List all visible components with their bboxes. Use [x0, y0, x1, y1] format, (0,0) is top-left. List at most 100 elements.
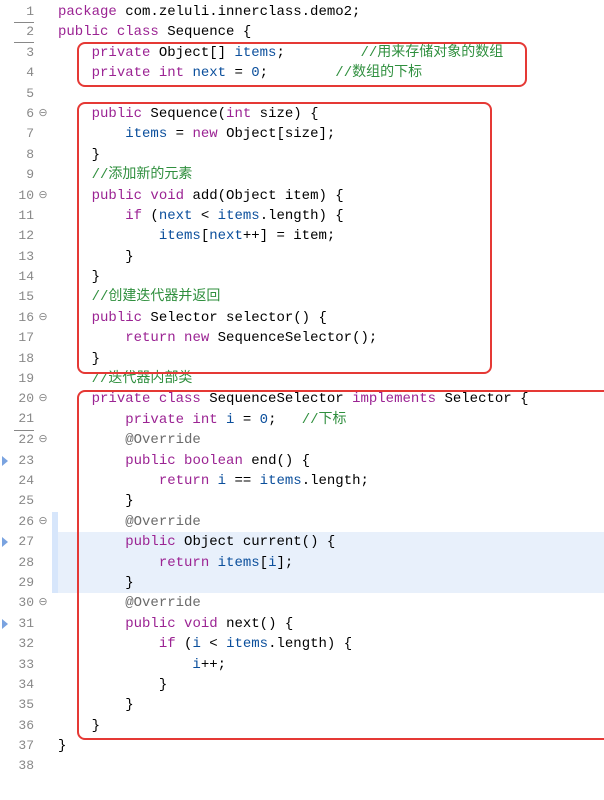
line-number: 23: [14, 451, 34, 471]
line-number: 9: [14, 165, 34, 185]
code-area[interactable]: package com.zeluli.innerclass.demo2;publ…: [52, 0, 604, 800]
fold-icon[interactable]: ⊖: [36, 186, 50, 206]
code-line[interactable]: @Override: [52, 593, 604, 613]
line-number: 2: [14, 22, 34, 43]
code-line[interactable]: private int next = 0; //数组的下标: [52, 63, 604, 83]
line-number: 4: [14, 63, 34, 83]
code-line[interactable]: items = new Object[size];: [52, 124, 604, 144]
fold-icon[interactable]: ⊖: [36, 104, 50, 124]
line-number: 16: [14, 308, 34, 328]
code-line[interactable]: //添加新的元素: [52, 165, 604, 185]
code-line[interactable]: //创建迭代器并返回: [52, 287, 604, 307]
code-line[interactable]: @Override: [52, 430, 604, 450]
gutter-line: 25: [0, 491, 52, 511]
code-line[interactable]: }: [52, 573, 604, 593]
code-line[interactable]: }: [52, 491, 604, 511]
line-number: 27: [14, 532, 34, 552]
code-line[interactable]: }: [52, 716, 604, 736]
line-number: 29: [14, 573, 34, 593]
code-line[interactable]: if (i < items.length) {: [52, 634, 604, 654]
gutter-line: 1: [0, 2, 52, 22]
line-number: 1: [14, 2, 34, 23]
code-line[interactable]: package com.zeluli.innerclass.demo2;: [52, 2, 604, 22]
code-editor[interactable]: 123456⊖78910⊖111213141516⊖17181920⊖2122⊖…: [0, 0, 604, 800]
code-line[interactable]: public Sequence(int size) {: [52, 104, 604, 124]
code-line[interactable]: }: [52, 145, 604, 165]
code-line[interactable]: }: [52, 736, 604, 756]
line-number: 24: [14, 471, 34, 491]
fold-icon[interactable]: ⊖: [36, 512, 50, 532]
line-number: 12: [14, 226, 34, 246]
gutter-line: 38: [0, 756, 52, 776]
line-number: 33: [14, 655, 34, 675]
override-marker-icon: [2, 456, 8, 466]
code-line[interactable]: i++;: [52, 655, 604, 675]
line-number: 38: [14, 756, 34, 776]
gutter-line: 24: [0, 471, 52, 491]
line-number: 3: [14, 43, 34, 63]
line-number: 36: [14, 716, 34, 736]
fold-icon[interactable]: ⊖: [36, 430, 50, 450]
gutter: 123456⊖78910⊖111213141516⊖17181920⊖2122⊖…: [0, 0, 52, 800]
gutter-line: 16⊖: [0, 308, 52, 328]
code-line[interactable]: private int i = 0; //下标: [52, 410, 604, 430]
code-line[interactable]: public Selector selector() {: [52, 308, 604, 328]
line-number: 6: [14, 104, 34, 124]
code-line[interactable]: return items[i];: [52, 553, 604, 573]
line-number: 7: [14, 124, 34, 144]
line-number: 5: [14, 84, 34, 104]
line-number: 18: [14, 349, 34, 369]
gutter-line: 6⊖: [0, 104, 52, 124]
code-line[interactable]: public class Sequence {: [52, 22, 604, 42]
line-number: 26: [14, 512, 34, 532]
code-line[interactable]: }: [52, 675, 604, 695]
code-line[interactable]: public void add(Object item) {: [52, 186, 604, 206]
change-bar: [52, 573, 58, 593]
code-line[interactable]: }: [52, 695, 604, 715]
line-number: 25: [14, 491, 34, 511]
code-line[interactable]: [52, 84, 604, 104]
gutter-line: 31: [0, 614, 52, 634]
gutter-line: 10⊖: [0, 186, 52, 206]
code-line[interactable]: items[next++] = item;: [52, 226, 604, 246]
fold-icon[interactable]: ⊖: [36, 389, 50, 409]
code-line[interactable]: return new SequenceSelector();: [52, 328, 604, 348]
code-line[interactable]: public boolean end() {: [52, 451, 604, 471]
code-line[interactable]: private class SequenceSelector implement…: [52, 389, 604, 409]
gutter-line: 21: [0, 410, 52, 430]
code-line[interactable]: //迭代器内部类: [52, 369, 604, 389]
gutter-line: 22⊖: [0, 430, 52, 450]
code-line[interactable]: [52, 756, 604, 776]
code-line[interactable]: public Object current() {: [52, 532, 604, 552]
gutter-line: 29: [0, 573, 52, 593]
gutter-line: 27: [0, 532, 52, 552]
gutter-line: 7: [0, 124, 52, 144]
fold-icon[interactable]: ⊖: [36, 593, 50, 613]
code-line[interactable]: private Object[] items; //用来存储对象的数组: [52, 43, 604, 63]
gutter-line: 30⊖: [0, 593, 52, 613]
code-line[interactable]: }: [52, 247, 604, 267]
line-number: 11: [14, 206, 34, 226]
line-number: 37: [14, 736, 34, 756]
gutter-line: 14: [0, 267, 52, 287]
code-line[interactable]: }: [52, 267, 604, 287]
gutter-line: 4: [0, 63, 52, 83]
line-number: 35: [14, 695, 34, 715]
code-line[interactable]: }: [52, 349, 604, 369]
line-number: 15: [14, 287, 34, 307]
code-line[interactable]: public void next() {: [52, 614, 604, 634]
code-line[interactable]: if (next < items.length) {: [52, 206, 604, 226]
line-number: 32: [14, 634, 34, 654]
code-line[interactable]: return i == items.length;: [52, 471, 604, 491]
code-line[interactable]: @Override: [52, 512, 604, 532]
gutter-line: 23: [0, 451, 52, 471]
gutter-line: 19: [0, 369, 52, 389]
gutter-line: 17: [0, 328, 52, 348]
line-number: 30: [14, 593, 34, 613]
gutter-line: 28: [0, 553, 52, 573]
gutter-line: 26⊖: [0, 512, 52, 532]
line-number: 22: [14, 430, 34, 450]
gutter-line: 2: [0, 22, 52, 42]
fold-icon[interactable]: ⊖: [36, 308, 50, 328]
line-number: 13: [14, 247, 34, 267]
